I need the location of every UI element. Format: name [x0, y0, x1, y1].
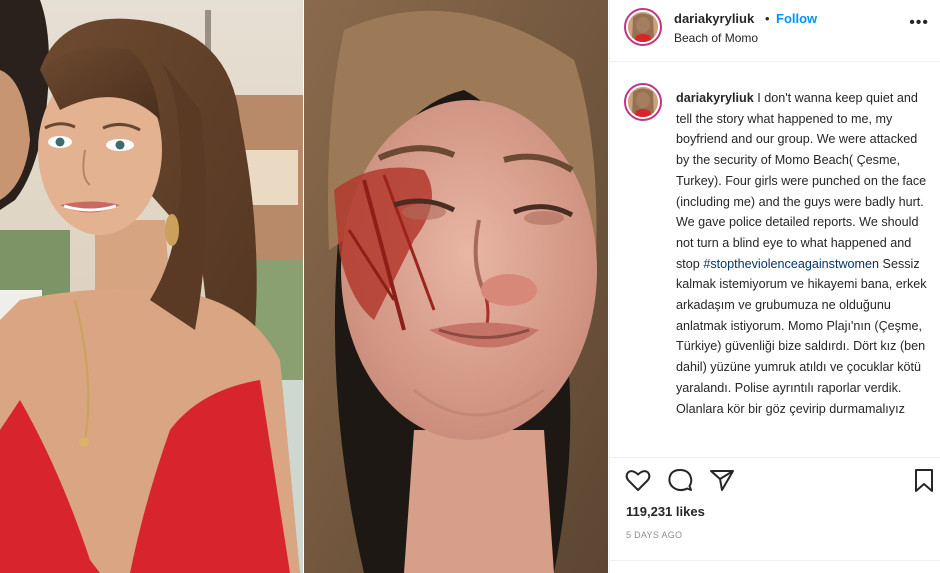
photo-woman-red-dress [0, 0, 303, 573]
follow-button[interactable]: Follow [776, 11, 817, 26]
caption-area: dariakyryliuk I don't wanna keep quiet a… [610, 63, 940, 455]
post-photo-left [0, 0, 303, 573]
paper-plane-icon[interactable] [708, 466, 736, 494]
hashtag-link[interactable]: #stoptheviolenceagainstwomen [703, 257, 879, 271]
post-panel: dariakyryliuk • Follow Beach of Momo •••… [609, 0, 940, 573]
post-header: dariakyryliuk • Follow Beach of Momo ••• [610, 0, 940, 62]
caption-avatar-image [628, 87, 658, 117]
bookmark-icon[interactable] [910, 466, 938, 494]
post-photo-right [304, 0, 608, 573]
comment-bubble-icon[interactable] [666, 466, 694, 494]
heart-icon[interactable] [624, 466, 652, 494]
caption-text-turkish: Sessiz kalmak istemiyorum ve hikayemi ba… [676, 256, 927, 416]
separator-dot: • [765, 11, 770, 26]
avatar-image [628, 12, 658, 42]
avatar[interactable] [624, 8, 662, 46]
likes-count[interactable]: 119,231 likes [626, 504, 705, 519]
post-timestamp[interactable]: 5 DAYS AGO [626, 530, 682, 540]
post-caption: dariakyryliuk I don't wanna keep quiet a… [676, 88, 930, 419]
caption-username[interactable]: dariakyryliuk [676, 91, 754, 105]
action-bar: 119,231 likes 5 DAYS AGO [610, 457, 940, 557]
more-dots-icon[interactable]: ••• [909, 14, 929, 32]
location-link[interactable]: Beach of Momo [674, 31, 758, 45]
username[interactable]: dariakyryliuk [674, 11, 754, 26]
caption-text-english: I don't wanna keep quiet and tell the st… [676, 91, 927, 271]
photo-injured-woman [304, 0, 608, 573]
add-comment-bar [610, 560, 940, 573]
caption-avatar[interactable] [624, 83, 662, 121]
